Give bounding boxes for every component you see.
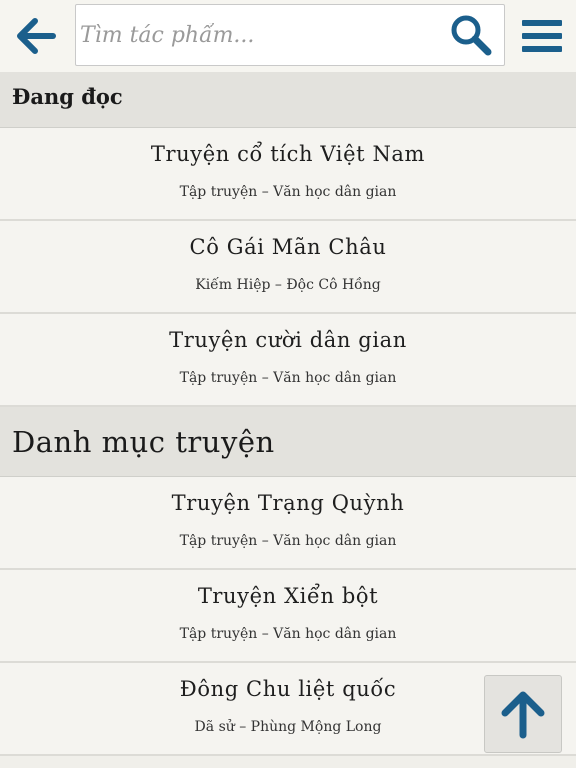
book-title: Truyện cổ tích Việt Nam (150, 142, 426, 166)
back-button[interactable] (8, 12, 62, 60)
book-subtitle: Kiếm Hiệp – Độc Cô Hồng (195, 277, 381, 293)
book-title: Truyện cười dân gian (169, 328, 407, 352)
search-input[interactable] (76, 5, 436, 65)
book-title: Truyện Trạng Quỳnh (171, 491, 405, 515)
menu-button[interactable] (516, 12, 568, 60)
search-box (75, 4, 505, 66)
arrow-up-icon (501, 691, 545, 739)
list-item[interactable]: Cô Gái Mãn Châu Kiếm Hiệp – Độc Cô Hồng (0, 221, 576, 314)
book-title: Truyện Xiển bột (197, 584, 379, 608)
scroll-to-top-button[interactable] (484, 675, 562, 753)
arrow-left-icon (17, 18, 56, 54)
section-header-reading: Đang đọc (0, 72, 576, 128)
book-title: Cô Gái Mãn Châu (189, 235, 387, 259)
list-item[interactable]: Truyện Trạng Quỳnh Tập truyện – Văn học … (0, 477, 576, 570)
book-subtitle: Tập truyện – Văn học dân gian (179, 370, 397, 386)
top-bar (0, 0, 576, 72)
book-subtitle: Tập truyện – Văn học dân gian (179, 533, 397, 549)
magnifier-icon (451, 15, 492, 56)
book-list: Đang đọc Truyện cổ tích Việt Nam Tập tru… (0, 72, 576, 756)
book-subtitle: Tập truyện – Văn học dân gian (179, 626, 397, 642)
section-title: Danh mục truyện (12, 424, 275, 459)
hamburger-icon (522, 20, 562, 52)
book-subtitle: Tập truyện – Văn học dân gian (179, 184, 397, 200)
section-header-catalog: Danh mục truyện (0, 407, 576, 477)
list-item[interactable]: Truyện Xiển bột Tập truyện – Văn học dân… (0, 570, 576, 663)
section-title: Đang đọc (12, 84, 123, 109)
list-item[interactable]: Truyện cổ tích Việt Nam Tập truyện – Văn… (0, 128, 576, 221)
search-button[interactable] (446, 11, 496, 59)
list-item[interactable]: Truyện cười dân gian Tập truyện – Văn họ… (0, 314, 576, 407)
